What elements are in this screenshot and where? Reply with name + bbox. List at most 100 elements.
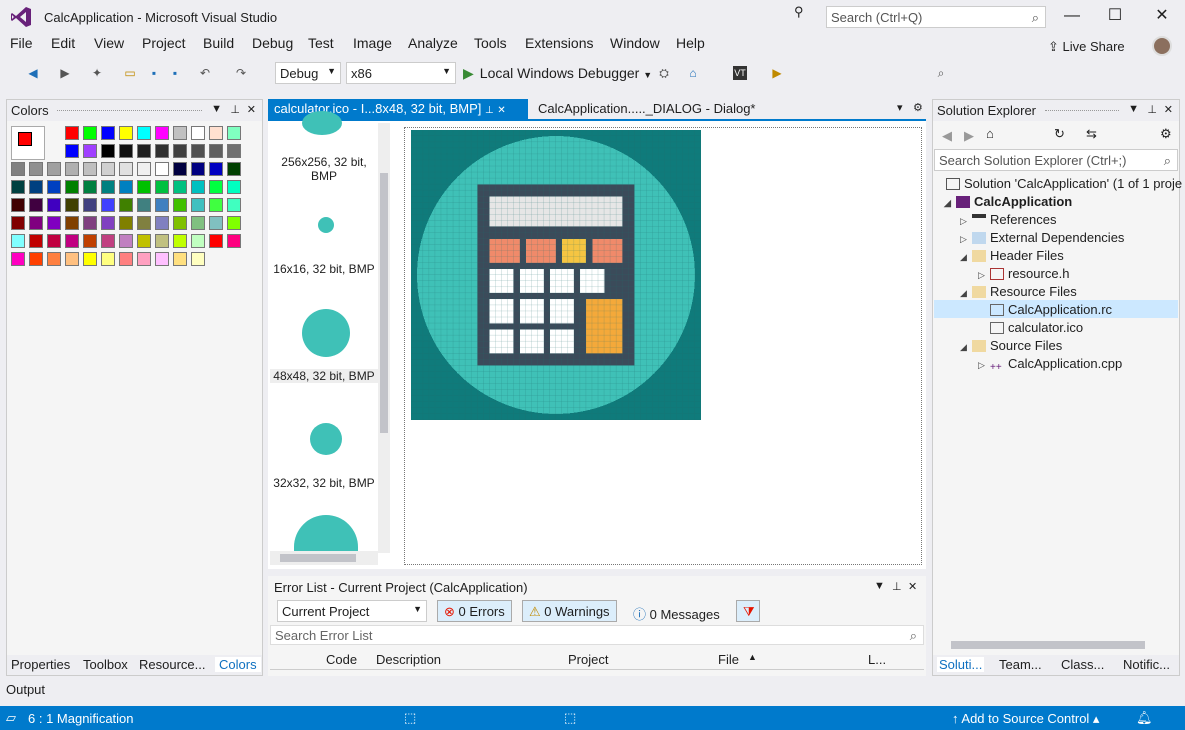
collapse-icon[interactable]: ◢ [960,288,972,299]
color-swatch[interactable] [83,180,97,194]
thumbnail-256-bottom[interactable] [294,515,358,555]
color-swatch[interactable] [29,162,43,176]
scroll-thumb[interactable] [280,554,356,562]
color-swatch[interactable] [137,234,151,248]
color-swatch[interactable] [65,216,79,230]
color-swatch[interactable] [65,144,79,158]
image-canvas[interactable] [404,127,922,565]
sync-icon[interactable]: ⇆ [1086,126,1097,142]
thumbnail-32[interactable] [310,423,342,455]
color-swatch[interactable] [83,198,97,212]
menu-edit[interactable]: Edit [51,35,75,51]
menu-analyze[interactable]: Analyze [408,35,458,51]
color-swatch[interactable] [47,162,61,176]
color-swatch[interactable] [137,180,151,194]
collapse-icon[interactable]: ◢ [960,252,972,263]
tree-references[interactable]: ▷ References [960,212,1056,227]
forward-icon[interactable]: ▶ [964,128,974,144]
dropdown-icon[interactable]: ▼ [1128,103,1139,115]
color-swatch[interactable] [119,252,133,266]
tree-external-deps[interactable]: ▷ External Dependencies [960,230,1124,245]
pin-icon[interactable]: ⊥ [1147,103,1157,116]
color-swatch[interactable] [209,162,223,176]
live-share-button[interactable]: ⇪ Live Share [1048,39,1125,55]
forward-icon[interactable]: ▶ [58,66,72,80]
color-swatch[interactable] [119,162,133,176]
color-swatch[interactable] [209,234,223,248]
close-icon[interactable]: ✕ [1164,103,1173,116]
messages-filter-button[interactable]: ⓘ 0 Messages [626,600,727,622]
color-swatch[interactable] [29,216,43,230]
color-swatch[interactable] [11,216,25,230]
color-swatch[interactable] [11,234,25,248]
solution-search[interactable]: Search Solution Explorer (Ctrl+;) ⌕ [934,149,1178,171]
color-swatch[interactable] [155,180,169,194]
color-swatch[interactable] [155,162,169,176]
tab-colors[interactable]: Colors [215,657,261,672]
color-swatch[interactable] [227,144,241,158]
color-swatch[interactable] [11,252,25,266]
color-swatch[interactable] [101,180,115,194]
tab-notifications[interactable]: Notific... [1123,657,1170,672]
color-swatch[interactable] [173,198,187,212]
start-debugger-button[interactable]: ▶ Local Windows Debugger ▼ [463,65,652,82]
thumbnail-16[interactable] [318,217,334,233]
pin-icon[interactable]: ⊥ [485,105,494,116]
color-swatch[interactable] [83,144,97,158]
thumbnail-48[interactable] [302,309,350,357]
color-swatch[interactable] [227,162,241,176]
attach-icon[interactable]: ⛭ [657,66,671,80]
color-swatch[interactable] [119,144,133,158]
save-all-icon[interactable]: ▪ [168,66,182,80]
back-icon[interactable]: ◀ [26,66,40,80]
dropdown-icon[interactable]: ▼ [211,103,222,115]
color-swatch[interactable] [191,144,205,158]
color-swatch[interactable] [119,234,133,248]
color-swatch[interactable] [11,180,25,194]
tree-resource-h[interactable]: ▷ resource.h [978,266,1069,281]
color-swatch[interactable] [65,252,79,266]
column-description[interactable]: Description [376,652,441,667]
color-swatch[interactable] [119,180,133,194]
browser-icon[interactable]: ⌂ [686,66,700,80]
history-icon[interactable]: ↻ [1054,126,1065,142]
scroll-thumb[interactable] [380,173,388,433]
color-swatch[interactable] [83,162,97,176]
collapse-icon[interactable]: ◢ [960,342,972,353]
menu-test[interactable]: Test [308,35,334,51]
expand-icon[interactable]: ▷ [978,270,990,281]
color-swatch[interactable] [137,252,151,266]
vt-icon[interactable]: VT [733,66,747,80]
color-swatch[interactable] [227,180,241,194]
thumbnail-h-scrollbar[interactable] [270,551,378,565]
undo-icon[interactable]: ↶ [198,66,212,80]
color-swatch[interactable] [191,234,205,248]
redo-icon[interactable]: ↷ [234,66,248,80]
color-swatch[interactable] [173,180,187,194]
tree-calculator-ico[interactable]: calculator.ico [990,320,1083,335]
color-swatch[interactable] [47,234,61,248]
pin-icon[interactable]: ⊥ [230,103,240,116]
color-swatch[interactable] [137,126,151,140]
color-swatch[interactable] [65,198,79,212]
thumbnail-256[interactable] [302,111,342,135]
color-swatch[interactable] [155,144,169,158]
color-swatch[interactable] [101,252,115,266]
color-swatch[interactable] [155,198,169,212]
color-swatch[interactable] [101,126,115,140]
maximize-button[interactable]: ☐ [1098,4,1132,28]
build-filter-button[interactable]: ⧩ [736,600,760,622]
close-icon[interactable]: ✕ [908,580,917,593]
menu-image[interactable]: Image [353,35,392,51]
menu-build[interactable]: Build [203,35,234,51]
open-folder-icon[interactable]: ▭ [123,66,137,80]
color-swatch[interactable] [137,216,151,230]
step-icon[interactable]: ▶ [770,66,784,80]
color-swatch[interactable] [119,216,133,230]
errors-filter-button[interactable]: ⊗ 0 Errors [437,600,512,622]
collapse-icon[interactable]: ◢ [944,198,956,209]
pin-icon[interactable]: ⊥ [892,580,902,593]
feedback-icon[interactable]: ⚲ [794,4,810,20]
color-swatch[interactable] [119,126,133,140]
color-swatch[interactable] [191,216,205,230]
